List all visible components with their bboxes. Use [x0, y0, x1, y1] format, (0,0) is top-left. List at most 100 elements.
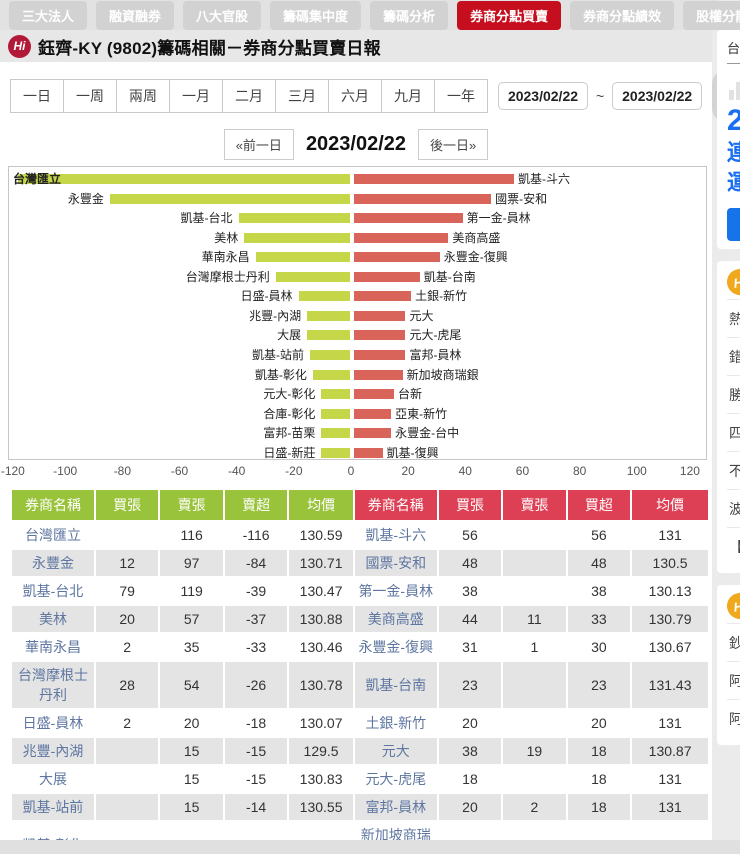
date-from-input[interactable]	[498, 82, 588, 110]
period-tabs: 一日 一周 兩周 一月 二月 三月 六月 九月 一年	[10, 79, 488, 113]
sidebar-list-item[interactable]: 鈔	[727, 623, 740, 661]
buy-bar-label: 亞東-新竹	[395, 406, 448, 421]
broker-name-cell[interactable]: 大展	[12, 766, 94, 792]
broker-name-cell[interactable]: 台灣匯立	[12, 522, 94, 548]
value-cell	[503, 766, 566, 792]
period-tab[interactable]: 三月	[276, 80, 329, 112]
period-tab[interactable]: 一月	[170, 80, 223, 112]
broker-name-cell[interactable]: 華南永昌	[12, 634, 94, 660]
sell-bar-label: 凱基-站前	[252, 347, 304, 362]
nav-item[interactable]: 八大官股	[183, 0, 262, 30]
broker-name-cell[interactable]: 永豐金	[12, 550, 94, 576]
broker-diverging-bar-chart: 台灣匯立 凱基-斗六 永豐金 國票-安和 凱基-台北 第一金-員林 美林 美商高盛 華南永昌 永豐…	[8, 166, 707, 460]
broker-name-cell[interactable]: 國票-安和	[354, 550, 437, 576]
value-cell: 1	[503, 634, 566, 660]
broker-name-cell[interactable]: 凱基-台南	[354, 662, 437, 708]
sidebar-list-item[interactable]: 四	[727, 413, 740, 451]
date-to-input[interactable]	[612, 82, 703, 110]
nav-item[interactable]: 股權分散表	[683, 0, 740, 30]
broker-table: 券商名稱 買張 賣張 賣超 均價 券商名稱 買張 賣張 買超 均價 台灣匯立 116 -116 130.…	[10, 488, 710, 854]
period-tab[interactable]: 九月	[382, 80, 435, 112]
period-tab[interactable]: 六月	[329, 80, 382, 112]
prev-day-button[interactable]: «前一日	[223, 129, 294, 160]
period-tab[interactable]: 一日	[11, 80, 64, 112]
nav-item[interactable]: 籌碼分析	[370, 0, 449, 30]
period-controls: 一日一周兩周一月二月三月六月九月一年 ~ 查詢	[10, 70, 740, 122]
broker-name-cell[interactable]: 元大-虎尾	[354, 766, 437, 792]
buy-bar	[354, 330, 406, 341]
next-day-button[interactable]: 後一日»	[418, 129, 489, 160]
period-tab[interactable]: 一周	[64, 80, 117, 112]
broker-name-cell[interactable]: 美商高盛	[354, 606, 437, 632]
value-cell	[503, 550, 566, 576]
sell-bar-label: 富邦-苗栗	[263, 426, 316, 441]
sidebar-list-item[interactable]: 熱	[727, 299, 740, 337]
sell-bar-label: 元大-彰化	[263, 387, 316, 402]
value-cell: 130.67	[632, 634, 708, 660]
broker-name-cell[interactable]: 元大	[354, 738, 437, 764]
value-cell: 31	[438, 634, 502, 660]
period-tab[interactable]: 一年	[435, 80, 487, 112]
value-cell: 2	[95, 634, 159, 660]
sidebar-list-item[interactable]: 波	[727, 489, 740, 527]
buy-bar-label: 土銀-新竹	[415, 289, 468, 304]
open-button[interactable]: 開	[727, 208, 740, 241]
sidebar-list-item[interactable]: 錯	[727, 337, 740, 375]
sell-bar	[255, 252, 350, 263]
value-cell: 23	[567, 662, 631, 708]
sell-bar-label: 大展	[277, 328, 302, 343]
sidebar-headline[interactable]: 連運	[727, 138, 740, 198]
sidebar-headline-line[interactable]: 運	[727, 168, 740, 198]
broker-name-cell[interactable]: 凱基-台北	[12, 578, 94, 604]
value-cell: 38	[438, 738, 502, 764]
sidebar-list-item[interactable]: 【	[727, 527, 740, 565]
sidebar-list-item[interactable]: 阿	[727, 661, 740, 699]
value-cell: -116	[224, 522, 288, 548]
sidebar-list-item[interactable]: 不	[727, 451, 740, 489]
sell-bar	[275, 271, 350, 282]
nav-item[interactable]: 券商分點績效	[570, 0, 675, 30]
value-cell: 131	[632, 794, 708, 820]
buy-bar-label: 凱基-復興	[386, 445, 439, 460]
nav-item[interactable]: 融資融券	[96, 0, 175, 30]
broker-name-cell[interactable]: 土銀-新竹	[354, 710, 437, 736]
broker-name-cell[interactable]: 凱基-斗六	[354, 522, 437, 548]
buy-bar-label: 永豐金-台中	[395, 426, 460, 441]
broker-name-cell[interactable]: 美林	[12, 606, 94, 632]
value-cell: 23	[438, 662, 502, 708]
value-cell: 20	[438, 710, 502, 736]
table-header-row: 券商名稱 買張 賣張 賣超 均價 券商名稱 買張 賣張 買超 均價	[12, 490, 708, 520]
value-cell: -15	[224, 766, 288, 792]
period-tab[interactable]: 二月	[223, 80, 276, 112]
broker-name-cell[interactable]: 第一金-員林	[354, 578, 437, 604]
sell-bar	[312, 369, 350, 380]
value-cell	[503, 578, 566, 604]
broker-name-cell[interactable]: 富邦-員林	[354, 794, 437, 820]
period-tab[interactable]: 兩周	[117, 80, 170, 112]
sell-bar-label: 台灣摩根士丹利	[185, 269, 270, 284]
date-range-separator: ~	[596, 88, 605, 104]
broker-name-cell[interactable]: 永豐金-復興	[354, 634, 437, 660]
value-cell: 20	[95, 606, 159, 632]
sidebar-headline-line[interactable]: 連	[727, 138, 740, 168]
sell-bar-label: 永豐金	[67, 191, 104, 206]
buy-bar-label: 凱基-台南	[423, 269, 476, 284]
sidebar-list-item[interactable]: 阿	[727, 699, 740, 737]
sidebar-list-item[interactable]: 勝	[727, 375, 740, 413]
broker-name-cell[interactable]: 凱基-站前	[12, 794, 94, 820]
table-row: 華南永昌 2 35 -33 130.46 永豐金-復興 31 1 30 130.67	[12, 634, 708, 660]
value-cell: 2	[503, 794, 566, 820]
nav-item[interactable]: 三大法人	[9, 0, 88, 30]
broker-name-cell[interactable]: 日盛-員林	[12, 710, 94, 736]
nav-item[interactable]: 籌碼集中度	[270, 0, 362, 30]
broker-name-cell[interactable]: 台灣摩根士丹利	[12, 662, 94, 708]
nav-item[interactable]: 券商分點買賣	[457, 0, 562, 30]
value-cell: 129.5	[289, 738, 353, 764]
broker-name-cell[interactable]: 兆豐-內湖	[12, 738, 94, 764]
sell-bar-label: 美林	[214, 230, 239, 245]
value-cell: -37	[224, 606, 288, 632]
axis-tick-label: -40	[228, 464, 246, 478]
sidebar-card: Hi熱錯勝四不波【	[717, 261, 740, 573]
date-navigation: «前一日 2023/02/22 後一日»	[0, 129, 712, 160]
buy-bar-label: 台新	[398, 387, 423, 402]
